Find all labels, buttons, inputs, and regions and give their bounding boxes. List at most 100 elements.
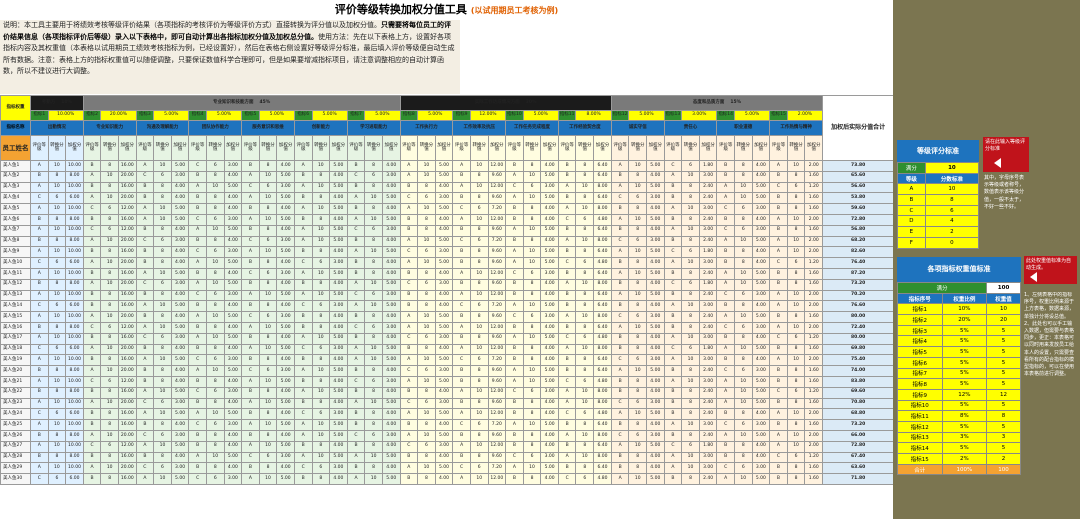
indicator-weight: 5.00% (628, 110, 665, 121)
weighted-cell: 3.00 (698, 332, 718, 345)
score-cell: 10 (786, 300, 806, 313)
weighted-cell: 20.00 (117, 235, 137, 248)
grade-cell: C (82, 203, 102, 215)
weighted-cell: 4.00 (434, 419, 454, 431)
weighted-cell: 6.40 (593, 321, 612, 334)
weighted-cell: 5.00 (276, 289, 295, 302)
weighted-cell: 3.00 (698, 462, 718, 475)
score-cell: 8 (733, 354, 753, 367)
grade-cell: A (452, 321, 471, 334)
score-cell: 10 (258, 397, 278, 410)
employee-name: 美人鱼15 (0, 311, 31, 323)
score-cell: 10 (205, 451, 225, 464)
score-cell: 6 (205, 419, 225, 431)
score-cell: 8 (786, 267, 806, 280)
grade-cell: A (188, 408, 207, 421)
grade-cell: A (241, 397, 260, 410)
weighted-cell: 3.00 (434, 278, 454, 291)
grade-cell: A (716, 429, 735, 442)
weighted-cell: 5.00 (646, 408, 665, 421)
weight-code: 指标6 (897, 356, 943, 369)
weighted-cell: 4.00 (434, 300, 454, 313)
score-cell: 6 (522, 181, 542, 194)
weighted-cell: 8.00 (593, 235, 612, 248)
indicator-code: 指标4 (188, 110, 207, 121)
score-cell: 10 (100, 257, 119, 269)
score-cell: 6 (417, 440, 436, 453)
weighted-cell: 12.00 (487, 321, 507, 334)
grade-cell: B (135, 311, 155, 323)
weighted-cell: 4.00 (646, 203, 665, 215)
weighted-cell: 4.00 (540, 408, 559, 421)
weighted-cell: 5.00 (646, 289, 665, 302)
employee-name: 美人鱼18 (0, 343, 31, 356)
grade-cell: B (610, 170, 630, 183)
grade-cell: A (188, 181, 207, 194)
weighted-cell: 5.00 (751, 181, 771, 194)
grade-cell: B (188, 375, 207, 388)
row-total: 53.80 (822, 192, 893, 205)
weighted-cell: 6.40 (593, 354, 612, 367)
weighted-cell: 5.00 (540, 246, 559, 259)
grade-cell: B (30, 235, 49, 248)
weighted-cell: 3.00 (223, 246, 243, 259)
weight-value: 5 (986, 442, 1021, 454)
indicator-weight: 5.00% (733, 110, 771, 121)
subheader-score: 转换分值 (417, 135, 436, 161)
grade-cell: B (663, 289, 683, 302)
weighted-cell: 4.00 (540, 235, 559, 248)
score-cell: 8 (575, 365, 595, 377)
grade-cell: B (346, 365, 366, 377)
score-cell: 6 (733, 365, 753, 377)
score-cell: 8 (786, 419, 806, 431)
grade-cell: C (610, 397, 630, 410)
weighted-cell: 3.00 (698, 224, 718, 237)
weighted-cell: 7.20 (487, 462, 507, 475)
grade-cell: C (452, 203, 471, 215)
grade-cell: A (293, 365, 313, 377)
indicator-weight: 5.00% (258, 110, 295, 121)
grade-cell: C (452, 354, 471, 367)
weighted-cell: 8.00 (593, 386, 612, 399)
grade-cell: C (557, 473, 577, 485)
grade-cell: A (30, 397, 49, 410)
grade-cell: B (82, 213, 102, 226)
weighted-cell: 4.00 (223, 170, 243, 183)
weighted-cell: 6.40 (593, 246, 612, 259)
weighted-cell: 5.00 (751, 278, 771, 291)
grade-cell: B (399, 473, 419, 485)
weighted-cell: 5.00 (646, 440, 665, 453)
grade-cell: B (30, 451, 49, 464)
grade-cell: A (452, 440, 471, 453)
weighted-cell: 4.00 (276, 224, 295, 237)
score-cell: 8 (153, 419, 172, 431)
employee-name: 美人鱼16 (0, 321, 31, 334)
table-row: 美人鱼16 B 8 8.00 C 6 12.00 A 10 5.00 B 8 4.00 A 10 5.00 B 8… (0, 321, 893, 334)
weight-code: 指标4 (897, 335, 943, 348)
grade-cell: B (241, 429, 260, 442)
weighted-cell: 5.00 (329, 224, 348, 237)
score-cell: 8 (628, 462, 648, 475)
weighted-cell: 4.00 (540, 429, 559, 442)
weighted-cell: 5.00 (646, 213, 665, 226)
score-cell: 8 (681, 235, 700, 248)
score-cell: 8 (469, 451, 489, 464)
score-cell: 6 (153, 429, 172, 442)
score-cell: 8 (417, 419, 436, 431)
weighted-cell: 3.00 (698, 451, 718, 464)
weighted-cell: 16.00 (117, 386, 137, 399)
weighted-cell: 4.00 (170, 343, 190, 356)
indicator-name: 工作效率及抗压 (452, 120, 507, 136)
weighted-cell: 2.00 (804, 440, 824, 453)
score-cell: 8 (153, 257, 172, 269)
weight-ratio: 5% (941, 420, 988, 433)
score-cell: 6 (575, 257, 595, 269)
table-row: 美人鱼19 A 10 10.00 B 8 16.00 A 10 5.00 C 6 3.00 B 8 4.00 B… (0, 354, 893, 367)
grade-cell: A (82, 365, 102, 377)
grade-cell: A (135, 300, 155, 313)
score-cell: 10 (681, 170, 700, 183)
employee-name: 美人鱼17 (0, 332, 31, 345)
weighted-cell: 4.00 (381, 386, 401, 399)
weighted-cell: 3.00 (276, 451, 295, 464)
weighted-cell: 5.00 (540, 300, 559, 313)
